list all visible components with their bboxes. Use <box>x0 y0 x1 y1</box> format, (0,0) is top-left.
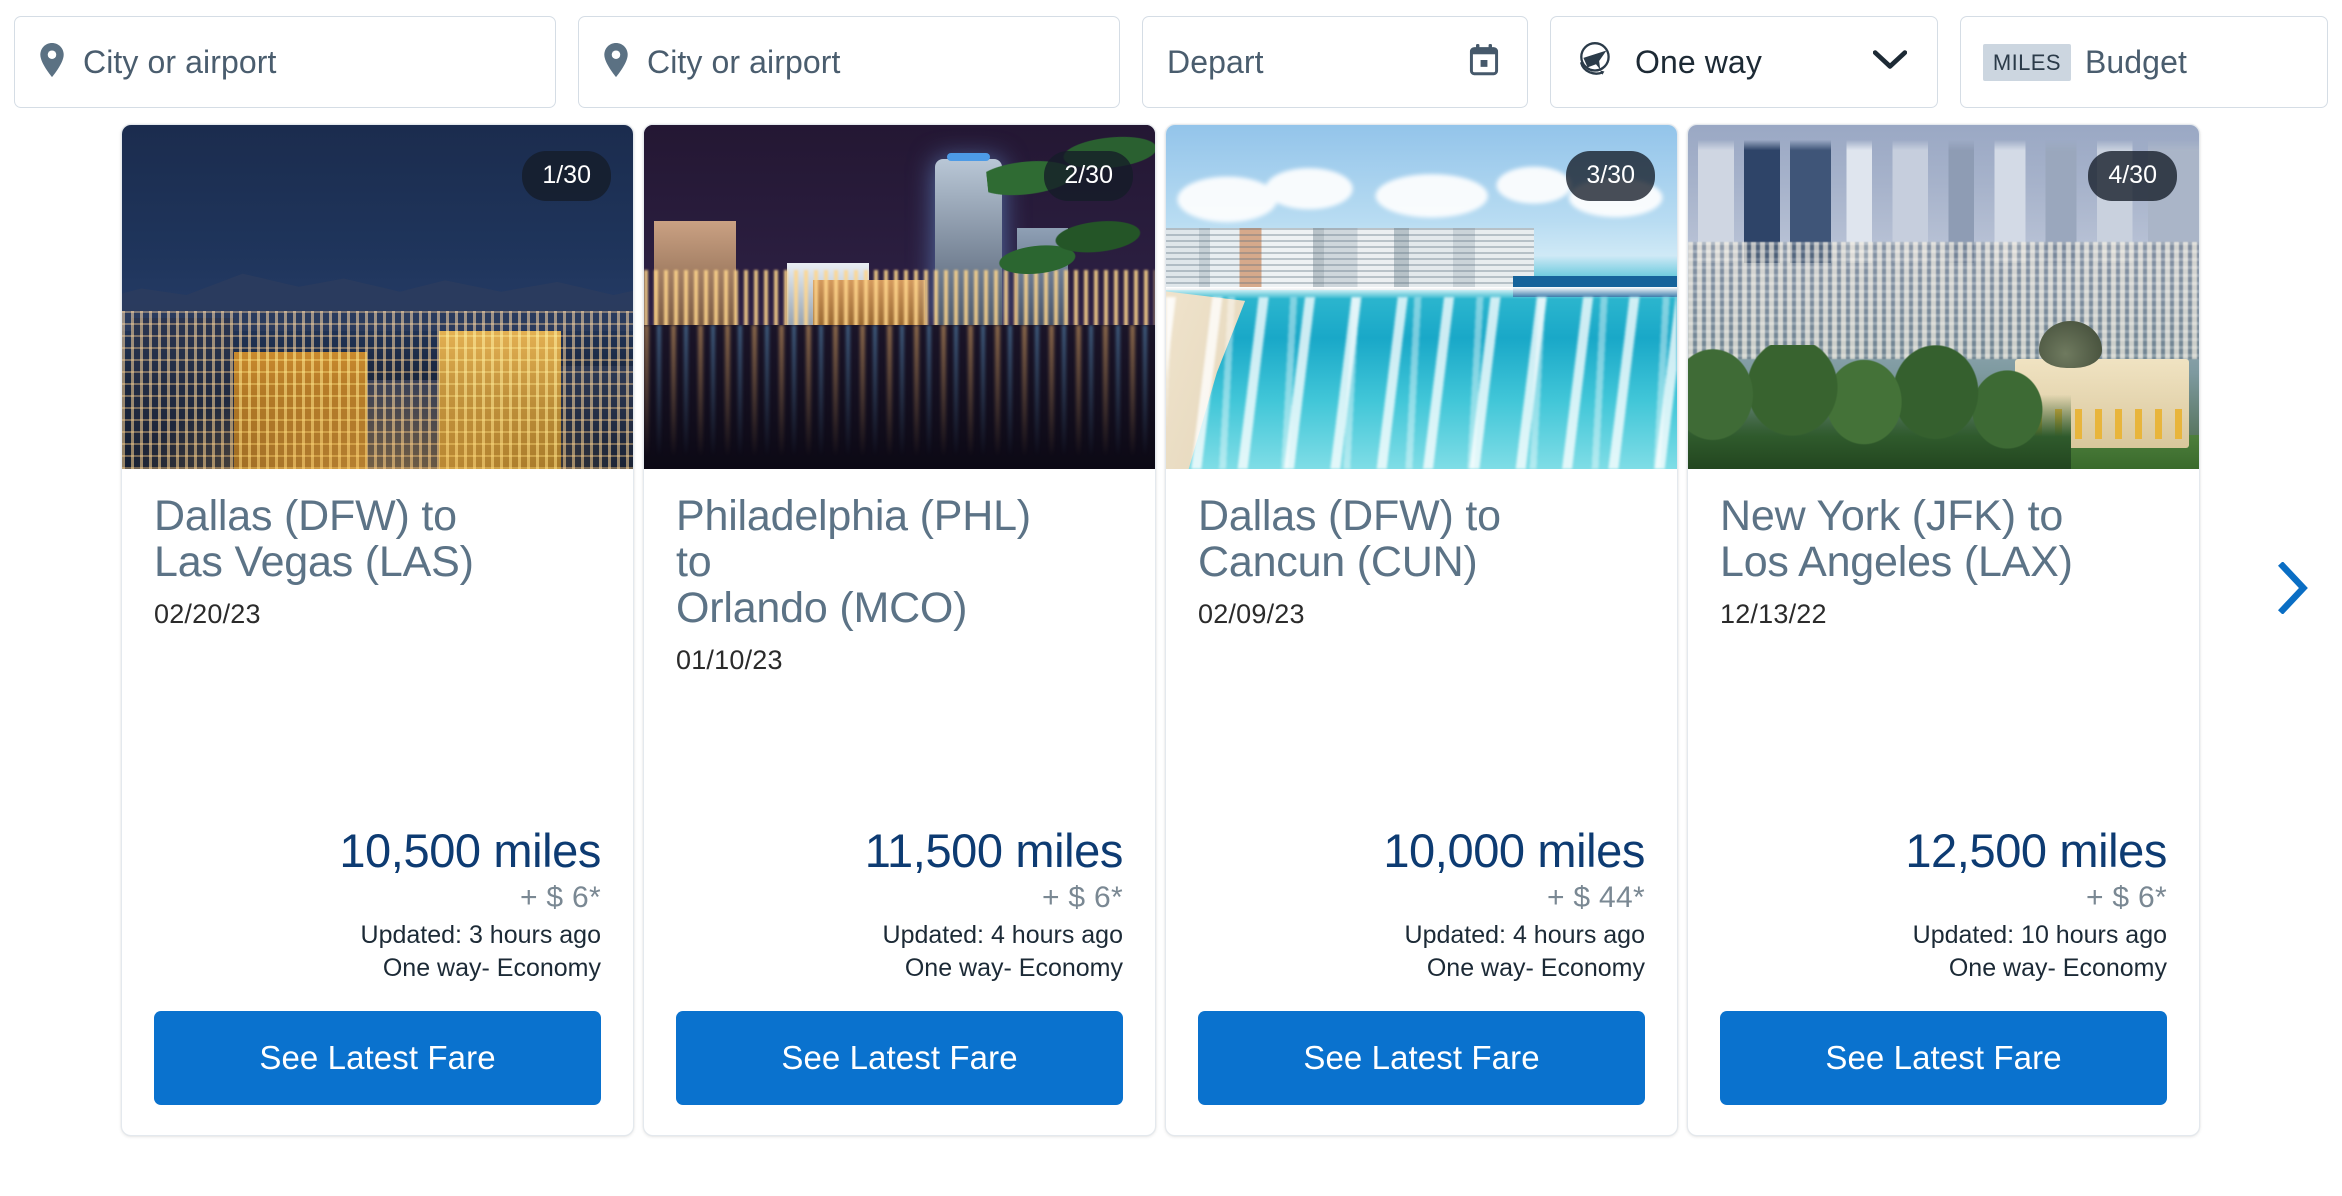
deal-card-body: Philadelphia (PHL) to Orlando (MCO) 01/1… <box>644 469 1155 983</box>
deal-card-body: Dallas (DFW) to Las Vegas (LAS) 02/20/23… <box>122 469 633 983</box>
origin-placeholder: City or airport <box>83 43 277 80</box>
travel-date: 01/10/23 <box>676 645 783 675</box>
fare-block: 11,500 miles + $ 6* Updated: 4 hours ago… <box>676 824 1124 983</box>
updated-timestamp: Updated: 3 hours ago <box>360 921 601 949</box>
destination-image: 4/30 <box>1688 125 2199 469</box>
see-latest-fare-button[interactable]: See Latest Fare <box>1198 1011 1645 1105</box>
miles-price: 10,500 miles <box>339 824 601 878</box>
destination-image: 2/30 <box>644 125 1155 469</box>
trip-cabin-info: One way- Economy <box>904 954 1123 982</box>
location-pin-icon <box>603 42 629 82</box>
depart-date-field[interactable]: Depart <box>1142 16 1528 108</box>
fare-block: 10,500 miles + $ 6* Updated: 3 hours ago… <box>154 825 601 983</box>
carousel-next-button[interactable] <box>2258 554 2328 624</box>
plane-icon <box>1575 40 1617 85</box>
cash-surcharge: + $ 6* <box>1041 881 1123 914</box>
trip-type-value-group: One way <box>1575 40 1762 85</box>
travel-date: 02/20/23 <box>154 599 261 629</box>
see-latest-fare-button[interactable]: See Latest Fare <box>676 1011 1123 1105</box>
trip-type-label: One way <box>1634 43 1762 80</box>
destination-field[interactable]: City or airport <box>578 16 1120 108</box>
destination-image: 1/30 <box>122 125 633 469</box>
chevron-right-icon <box>2277 560 2309 617</box>
card-index-badge: 3/30 <box>1566 151 1655 201</box>
updated-timestamp: Updated: 4 hours ago <box>882 921 1123 949</box>
miles-price: 12,500 miles <box>1905 824 2167 878</box>
cash-surcharge: + $ 6* <box>2085 881 2167 914</box>
budget-field[interactable]: MILES Budget <box>1959 16 2328 108</box>
travel-date: 12/13/22 <box>1720 599 1827 629</box>
updated-timestamp: Updated: 4 hours ago <box>1404 921 1645 949</box>
deal-card[interactable]: 4/30 New York (JFK) to Los Angeles (LAX)… <box>1687 124 2200 1136</box>
deal-card[interactable]: 2/30 Philadelphia (PHL) to Orlando (MCO)… <box>643 124 1156 1136</box>
route-title: Philadelphia (PHL) to Orlando (MCO) <box>676 492 1031 632</box>
trip-cabin-info: One way- Economy <box>1426 954 1645 982</box>
see-latest-fare-button[interactable]: See Latest Fare <box>154 1011 601 1105</box>
card-index-badge: 2/30 <box>1044 151 1133 201</box>
cash-surcharge: + $ 44* <box>1546 881 1645 914</box>
cash-surcharge: + $ 6* <box>519 881 601 914</box>
route-title: Dallas (DFW) to Cancun (CUN) <box>1198 492 1501 586</box>
destination-image: 3/30 <box>1166 125 1677 469</box>
fare-block: 12,500 miles + $ 6* Updated: 10 hours ag… <box>1720 825 2167 983</box>
miles-unit-chip: MILES <box>1982 43 2071 81</box>
depart-placeholder: Depart <box>1167 43 1264 80</box>
chevron-down-icon[interactable] <box>1872 49 1908 76</box>
deal-card-list: 1/30 Dallas (DFW) to Las Vegas (LAS) 02/… <box>14 124 2328 1136</box>
route-title: New York (JFK) to Los Angeles (LAX) <box>1720 492 2073 586</box>
miles-price: 11,500 miles <box>864 824 1124 878</box>
trip-cabin-info: One way- Economy <box>382 954 601 982</box>
card-index-badge: 1/30 <box>522 151 611 201</box>
travel-date: 02/09/23 <box>1198 599 1305 629</box>
updated-timestamp: Updated: 10 hours ago <box>1912 921 2167 949</box>
deal-card[interactable]: 3/30 Dallas (DFW) to Cancun (CUN) 02/09/… <box>1165 124 1678 1136</box>
see-latest-fare-button[interactable]: See Latest Fare <box>1720 1011 2167 1105</box>
trip-cabin-info: One way- Economy <box>1948 954 2167 982</box>
deal-card-body: New York (JFK) to Los Angeles (LAX) 12/1… <box>1688 469 2199 983</box>
budget-placeholder: Budget <box>2084 43 2187 80</box>
deal-card-body: Dallas (DFW) to Cancun (CUN) 02/09/23 10… <box>1166 469 1677 983</box>
deal-card[interactable]: 1/30 Dallas (DFW) to Las Vegas (LAS) 02/… <box>121 124 634 1136</box>
flight-search-bar: City or airport City or airport Depart O… <box>0 0 2342 124</box>
miles-price: 10,000 miles <box>1383 824 1645 878</box>
card-index-badge: 4/30 <box>2088 151 2177 201</box>
deals-carousel: 1/30 Dallas (DFW) to Las Vegas (LAS) 02/… <box>0 124 2342 1164</box>
calendar-icon[interactable] <box>1469 43 1499 81</box>
fare-block: 10,000 miles + $ 44* Updated: 4 hours ag… <box>1198 825 1645 983</box>
destination-placeholder: City or airport <box>647 43 841 80</box>
origin-field[interactable]: City or airport <box>14 16 556 108</box>
route-title: Dallas (DFW) to Las Vegas (LAS) <box>154 492 474 586</box>
trip-type-select[interactable]: One way <box>1549 16 1938 108</box>
location-pin-icon <box>39 42 65 82</box>
